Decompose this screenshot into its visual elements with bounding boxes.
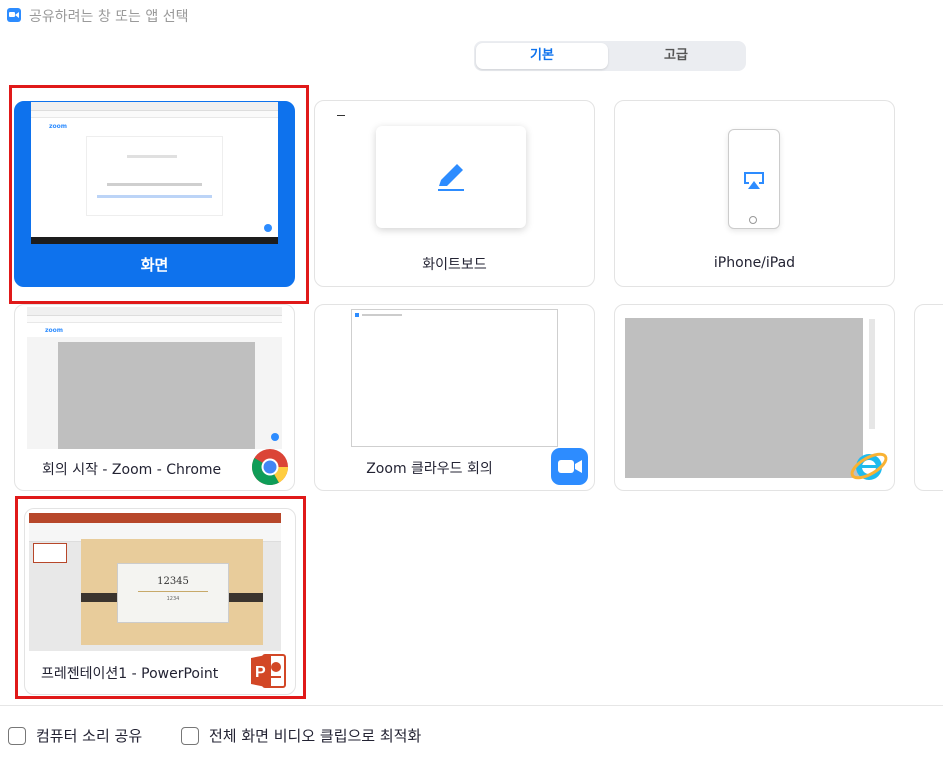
title-bar: 공유하려는 창 또는 앱 선택 (0, 0, 943, 30)
share-sound-checkbox[interactable] (8, 726, 26, 745)
window-title: 공유하려는 창 또는 앱 선택 (29, 9, 189, 25)
tab-advanced[interactable]: 고급 (610, 43, 742, 69)
share-tile-chrome-window[interactable]: zoom 회의 시작 - Zoom - Chrome (14, 304, 295, 491)
share-sound-label: 컴퓨터 소리 공유 (36, 727, 143, 745)
internet-explorer-icon (850, 452, 888, 480)
tile-label: 화이트보드 (422, 257, 487, 273)
optimize-video-option[interactable]: 전체 화면 비디오 클립으로 최적화 (181, 725, 421, 746)
share-tile-ie-window[interactable] (614, 304, 895, 491)
redacted-area (625, 318, 863, 478)
zoom-icon (551, 448, 588, 485)
tab-basic[interactable]: 기본 (476, 43, 608, 69)
optimize-video-checkbox[interactable] (181, 726, 199, 745)
chrome-icon (251, 449, 288, 486)
airplay-icon (744, 172, 764, 189)
optimize-video-label: 전체 화면 비디오 클립으로 최적화 (209, 727, 422, 745)
pen-icon (438, 164, 464, 191)
tile-label: iPhone/iPad (713, 255, 796, 271)
zoom-app-icon (7, 8, 21, 22)
share-tile-partial[interactable] (914, 304, 943, 491)
selection-highlight (9, 85, 309, 304)
share-tile-whiteboard[interactable]: 화이트보드 (314, 100, 595, 287)
share-tile-iphone-ipad[interactable]: iPhone/iPad (614, 100, 895, 287)
selection-highlight (15, 496, 306, 699)
share-sound-option[interactable]: 컴퓨터 소리 공유 (8, 725, 142, 746)
tab-switcher: 기본 고급 (474, 41, 746, 71)
whiteboard-preview (376, 126, 526, 228)
phone-preview (728, 129, 780, 229)
chrome-window-thumbnail: zoom (27, 307, 282, 449)
zoom-window-thumbnail (351, 309, 558, 447)
share-tile-zoom-meeting[interactable]: Zoom 클라우드 회의 (314, 304, 595, 491)
bottom-divider (0, 705, 943, 706)
